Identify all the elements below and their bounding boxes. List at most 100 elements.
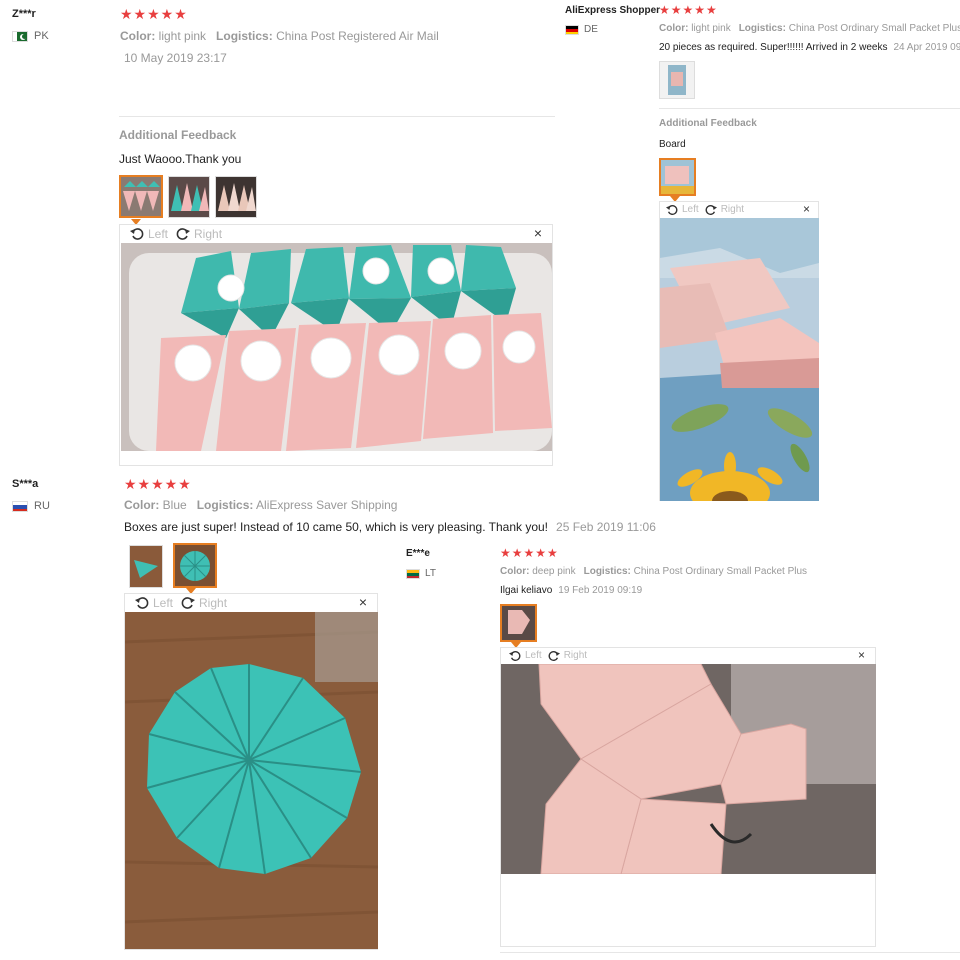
logistics-value: AliExpress Saver Shipping <box>256 498 398 512</box>
logistics-label: Logistics: <box>738 23 786 34</box>
rating-stars: ★★★★★ <box>500 546 559 560</box>
rotate-right-icon <box>181 596 196 609</box>
country-code: LT <box>425 568 436 579</box>
logistics-label: Logistics: <box>583 566 631 577</box>
review-photo-large <box>125 612 378 949</box>
rotate-left-button[interactable]: Left <box>509 650 542 662</box>
review-photo-thumb[interactable] <box>215 176 257 218</box>
rotate-right-button[interactable]: Right <box>176 227 222 241</box>
review-text: Ilgai keliavo <box>500 585 553 596</box>
review-photo-thumb[interactable] <box>129 545 163 588</box>
rotate-right-icon <box>705 204 717 215</box>
additional-feedback-text: Just Waooo.Thank you <box>119 152 242 166</box>
additional-feedback-label: Additional Feedback <box>119 128 237 142</box>
photo-viewer: Left Right × <box>659 201 819 501</box>
review-photo-thumb[interactable] <box>659 158 696 196</box>
logistics-label: Logistics: <box>196 498 254 512</box>
divider <box>659 108 960 109</box>
lithuania-flag-icon <box>406 568 420 579</box>
rotate-right-label: Right <box>563 650 588 661</box>
reviewer-country: PK <box>12 30 49 42</box>
additional-feedback-label: Additional Feedback <box>659 118 757 129</box>
order-meta: Color: Blue Logistics: AliExpress Saver … <box>124 498 397 512</box>
rating-stars: ★★★★★ <box>124 476 192 492</box>
review-photo-thumb[interactable] <box>500 604 537 642</box>
review-photo-thumb[interactable] <box>168 176 210 218</box>
viewer-toolbar: Left Right × <box>501 648 875 663</box>
review-photo-thumb[interactable] <box>173 543 217 588</box>
rating-stars: ★★★★★ <box>120 6 188 22</box>
rotate-left-button[interactable]: Left <box>130 227 168 241</box>
rating-stars: ★★★★★ <box>659 3 718 17</box>
rotate-left-label: Left <box>153 595 174 610</box>
order-meta: Color: deep pink Logistics: China Post O… <box>500 566 807 577</box>
rotate-right-button[interactable]: Right <box>705 204 744 216</box>
rotate-right-button[interactable]: Right <box>548 650 587 662</box>
photo-viewer: Left Right × <box>500 647 876 947</box>
rotate-right-button[interactable]: Right <box>181 596 227 610</box>
rotate-left-label: Left <box>682 204 699 215</box>
pakistan-flag-icon <box>12 30 28 42</box>
reviewer-name: Z***r <box>12 8 36 20</box>
close-viewer-button[interactable]: × <box>858 648 865 662</box>
color-label: Color: <box>124 498 160 512</box>
review-body: 20 pieces as required. Super!!!!!! Arriv… <box>659 42 960 53</box>
country-code: PK <box>34 30 49 42</box>
rotate-right-label: Right <box>194 226 223 241</box>
rotate-left-icon <box>666 204 678 215</box>
viewer-toolbar: Left Right × <box>660 202 818 217</box>
color-label: Color: <box>500 566 530 577</box>
country-code: DE <box>584 24 598 35</box>
color-value: Blue <box>162 498 187 512</box>
logistics-value: China Post Registered Air Mail <box>276 29 439 43</box>
review-photo-large <box>660 218 819 501</box>
additional-feedback-text: Board <box>659 139 686 150</box>
review-photo-large <box>501 664 876 874</box>
reviewer-name: S***a <box>12 478 39 490</box>
review-date: 10 May 2019 23:17 <box>124 51 227 65</box>
rotate-left-icon <box>135 596 149 609</box>
review-date: 25 Feb 2019 11:06 <box>556 520 656 534</box>
reviewer-country: RU <box>12 500 50 512</box>
photo-viewer: Left Right × <box>124 593 378 950</box>
logistics-value: China Post Ordinary Small Packet Plus <box>788 23 960 34</box>
rotate-left-icon <box>509 650 521 661</box>
photo-viewer: Left Right × <box>119 224 553 466</box>
germany-flag-icon <box>565 24 579 35</box>
review-body: Boxes are just super! Instead of 10 came… <box>124 520 656 534</box>
color-value: deep pink <box>532 566 576 577</box>
review-photo-large <box>121 243 552 451</box>
rotate-right-label: Right <box>720 204 745 215</box>
reviewer-name: E***e <box>406 548 430 559</box>
rotate-left-button[interactable]: Left <box>666 204 699 216</box>
rotate-left-button[interactable]: Left <box>135 596 173 610</box>
rotate-right-icon <box>176 227 191 240</box>
viewer-toolbar: Left Right × <box>125 594 377 611</box>
close-viewer-button[interactable]: × <box>359 594 367 610</box>
color-label: Color: <box>659 23 689 34</box>
review-photo-thumb[interactable] <box>119 175 163 218</box>
rotate-left-icon <box>130 227 144 240</box>
country-code: RU <box>34 500 50 512</box>
close-viewer-button[interactable]: × <box>803 202 810 216</box>
logistics-value: China Post Ordinary Small Packet Plus <box>633 566 808 577</box>
review-date: 24 Apr 2019 09:00 <box>893 42 960 53</box>
rotate-left-label: Left <box>525 650 542 661</box>
review-body: Ilgai keliavo 19 Feb 2019 09:19 <box>500 585 642 596</box>
order-meta: Color: light pink Logistics: China Post … <box>120 29 439 43</box>
viewer-toolbar: Left Right × <box>120 225 552 242</box>
divider <box>119 116 555 117</box>
russia-flag-icon <box>12 500 28 512</box>
rotate-right-label: Right <box>199 595 228 610</box>
review-photo-thumb[interactable] <box>659 61 695 99</box>
review-date: 19 Feb 2019 09:19 <box>558 585 643 596</box>
reviewer-country: LT <box>406 568 436 579</box>
color-label: Color: <box>120 29 156 43</box>
divider <box>500 952 960 953</box>
reviewer-name: AliExpress Shopper <box>565 5 661 16</box>
rotate-left-label: Left <box>148 226 169 241</box>
color-value: light pink <box>158 29 207 43</box>
color-value: light pink <box>691 23 731 34</box>
close-viewer-button[interactable]: × <box>534 225 542 241</box>
rotate-right-icon <box>548 650 560 661</box>
